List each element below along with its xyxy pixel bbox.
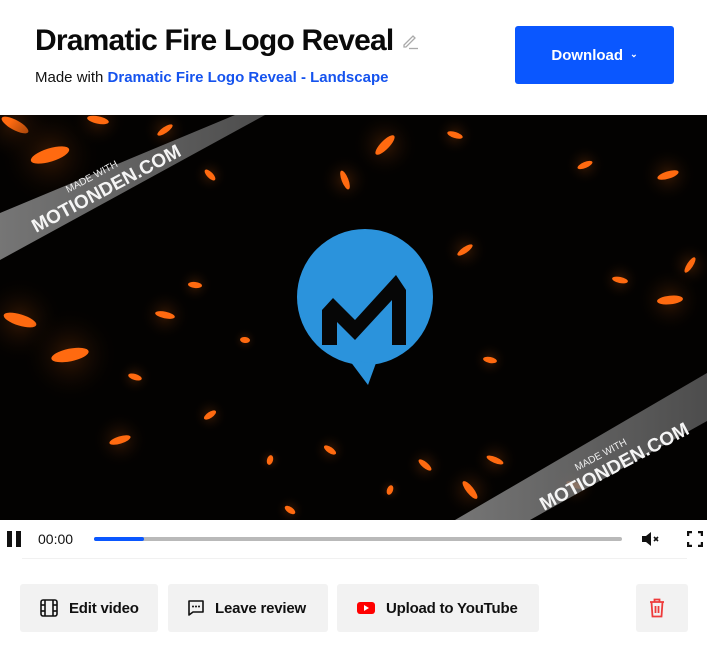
made-with-text: Made with Dramatic Fire Logo Reveal - La…: [35, 69, 388, 86]
delete-button[interactable]: [636, 584, 688, 632]
comment-icon: [188, 600, 204, 616]
header: Dramatic Fire Logo Reveal Made with Dram…: [0, 0, 707, 115]
download-button[interactable]: Download ⌄: [515, 26, 674, 84]
trash-icon: [650, 598, 664, 618]
player-controls: 00:00: [0, 520, 707, 558]
current-time: 00:00: [38, 531, 74, 547]
page-title: Dramatic Fire Logo Reveal: [35, 24, 394, 57]
video-frame: MADE WITH MOTIONDEN.COM MADE WITH MOTION…: [0, 115, 707, 520]
leave-review-button[interactable]: Leave review: [168, 584, 328, 632]
title-row: Dramatic Fire Logo Reveal: [35, 24, 419, 58]
divider: [22, 558, 687, 559]
download-label: Download: [551, 46, 624, 64]
chevron-down-icon: ⌄: [630, 48, 638, 59]
action-bar: Edit video Leave review Upload to YouTub…: [0, 584, 707, 632]
pencil-icon[interactable]: [401, 32, 419, 50]
template-link[interactable]: Dramatic Fire Logo Reveal - Landscape: [108, 69, 389, 86]
volume-muted-icon[interactable]: [641, 531, 661, 547]
upload-youtube-button[interactable]: Upload to YouTube: [337, 584, 539, 632]
edit-video-label: Edit video: [69, 599, 139, 617]
edit-video-button[interactable]: Edit video: [20, 584, 158, 632]
progress-fill: [94, 537, 145, 541]
video-player[interactable]: MADE WITH MOTIONDEN.COM MADE WITH MOTION…: [0, 115, 707, 520]
fullscreen-icon[interactable]: [686, 530, 704, 548]
youtube-icon: [357, 602, 375, 614]
motionden-logo: [297, 229, 433, 385]
pause-icon[interactable]: [7, 531, 21, 547]
made-with-prefix: Made with: [35, 69, 108, 86]
progress-bar[interactable]: [94, 537, 622, 541]
upload-youtube-label: Upload to YouTube: [386, 599, 518, 617]
leave-review-label: Leave review: [215, 599, 306, 617]
film-icon: [40, 599, 58, 617]
